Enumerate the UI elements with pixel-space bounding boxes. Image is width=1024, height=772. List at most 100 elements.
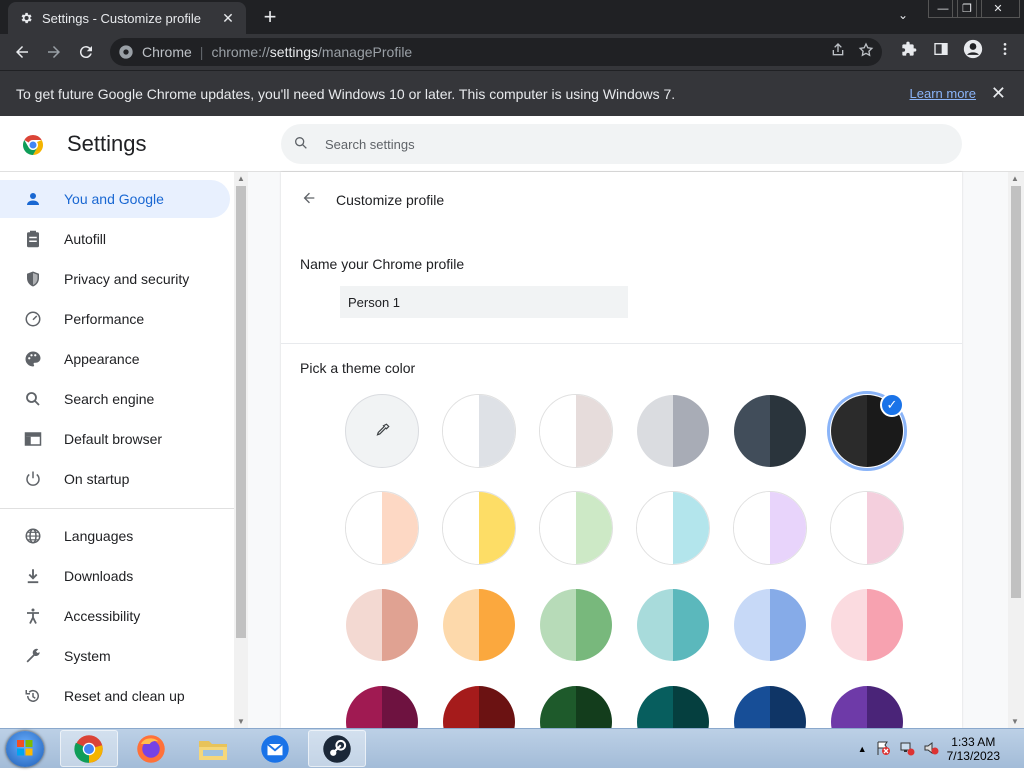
tab-close-button[interactable]: ✕ — [220, 10, 236, 27]
share-icon[interactable] — [830, 42, 846, 62]
sidebar-divider — [0, 508, 236, 509]
customize-profile-card: Customize profile Name your Chrome profi… — [281, 172, 962, 758]
palette-icon — [22, 348, 44, 370]
chrome-logo-icon — [21, 133, 45, 157]
extensions-puzzle-icon[interactable] — [898, 38, 920, 60]
search-icon — [293, 135, 311, 154]
sidebar-item-downloads[interactable]: Downloads — [0, 557, 230, 595]
sidebar-item-performance[interactable]: Performance — [0, 300, 230, 338]
taskbar-firefox[interactable] — [122, 730, 180, 767]
custom-color-picker[interactable] — [345, 394, 419, 468]
taskbar-thunderbird[interactable] — [246, 730, 304, 767]
scroll-up-arrow-icon[interactable]: ▲ — [236, 174, 246, 183]
taskbar-chrome[interactable] — [60, 730, 118, 767]
sidebar-item-autofill[interactable]: Autofill — [0, 220, 230, 258]
profile-name-input[interactable]: Person 1 — [340, 286, 628, 318]
scrollbar-thumb[interactable] — [236, 186, 246, 638]
menu-kebab-icon[interactable] — [994, 38, 1016, 60]
theme-color-swatch[interactable] — [636, 588, 710, 662]
start-button[interactable] — [6, 731, 44, 767]
history-icon — [22, 685, 44, 707]
sidebar-scrollbar[interactable]: ▲ ▼ — [234, 172, 248, 728]
theme-color-swatch[interactable] — [345, 491, 419, 565]
search-icon — [22, 388, 44, 410]
sidebar-item-on-startup[interactable]: On startup — [0, 460, 230, 498]
sidebar-item-default-browser[interactable]: Default browser — [0, 420, 230, 458]
show-hidden-icons-icon[interactable]: ▲ — [858, 744, 867, 754]
new-tab-button[interactable]: + — [258, 6, 282, 30]
steam-icon — [323, 734, 351, 763]
sidebar-item-search-engine[interactable]: Search engine — [0, 380, 230, 418]
taskbar-clock[interactable]: 1:33 AM 7/13/2023 — [947, 735, 1000, 763]
theme-color-swatch[interactable] — [733, 588, 807, 662]
chrome-site-icon — [119, 45, 133, 59]
theme-color-swatch[interactable] — [733, 491, 807, 565]
update-infobar: To get future Google Chrome updates, you… — [0, 70, 1024, 116]
tab-settings[interactable]: Settings - Customize profile ✕ — [8, 2, 246, 34]
close-window-button[interactable]: ✕ — [976, 0, 1020, 18]
sidebar-item-label: Autofill — [64, 231, 107, 247]
sidebar-item-appearance[interactable]: Appearance — [0, 340, 230, 378]
back-arrow-icon[interactable] — [6, 36, 38, 68]
sidebar-item-label: Default browser — [64, 431, 163, 447]
taskbar-steam[interactable] — [308, 730, 366, 767]
sidebar-item-reset[interactable]: Reset and clean up — [0, 677, 230, 715]
sidebar-item-privacy[interactable]: Privacy and security — [0, 260, 230, 298]
scroll-down-arrow-icon[interactable]: ▼ — [236, 717, 246, 726]
theme-color-swatch[interactable] — [636, 491, 710, 565]
theme-color-swatch[interactable] — [830, 588, 904, 662]
search-input[interactable]: Search settings — [281, 124, 962, 164]
reload-icon[interactable] — [70, 36, 102, 68]
theme-color-swatch[interactable] — [636, 394, 710, 468]
person-icon — [22, 188, 44, 210]
gear-icon — [18, 10, 34, 26]
sidebar-item-label: Performance — [64, 311, 145, 327]
windows-logo-icon — [17, 740, 33, 756]
action-center-flag-icon[interactable] — [875, 740, 891, 759]
theme-color-swatch[interactable] — [733, 394, 807, 468]
volume-muted-icon[interactable] — [923, 740, 939, 759]
scrollbar-thumb[interactable] — [1011, 186, 1021, 598]
network-icon[interactable] — [899, 740, 915, 759]
theme-color-swatch[interactable] — [442, 588, 516, 662]
wrench-icon — [22, 645, 44, 667]
windows-taskbar: ▲ 1:33 AM 7/13/2023 — [0, 728, 1024, 768]
scroll-up-arrow-icon[interactable]: ▲ — [1011, 174, 1019, 183]
theme-color-swatch[interactable] — [442, 491, 516, 565]
bookmark-star-icon[interactable] — [858, 42, 874, 62]
back-arrow-icon[interactable] — [301, 190, 317, 211]
eyedropper-icon — [376, 423, 390, 436]
file-explorer-icon — [199, 740, 227, 760]
tab-search-button[interactable]: ⌄ — [898, 8, 908, 22]
side-panel-icon[interactable] — [930, 38, 952, 60]
clock-date: 7/13/2023 — [946, 749, 1000, 763]
scroll-down-arrow-icon[interactable]: ▼ — [1011, 717, 1019, 726]
sidebar-item-label: Search engine — [64, 391, 155, 407]
main-scrollbar[interactable]: ▲ ▼ — [1008, 172, 1024, 728]
address-bar[interactable]: Chrome | chrome://settings/manageProfile — [110, 38, 882, 66]
infobar-close-button[interactable]: ✕ — [991, 83, 1006, 104]
theme-color-swatch[interactable] — [830, 491, 904, 565]
theme-color-swatch[interactable] — [442, 394, 516, 468]
page-title: Settings — [67, 131, 147, 156]
sidebar-item-accessibility[interactable]: Accessibility — [0, 597, 230, 635]
learn-more-link[interactable]: Learn more — [910, 86, 976, 101]
sidebar-item-languages[interactable]: Languages — [0, 517, 230, 555]
sidebar-item-system[interactable]: System — [0, 637, 230, 675]
sidebar-item-label: System — [64, 648, 111, 664]
forward-arrow-icon[interactable] — [38, 36, 70, 68]
subpage-title: Customize profile — [336, 192, 445, 208]
clock-time: 1:33 AM — [951, 735, 996, 749]
theme-color-swatch[interactable] — [345, 588, 419, 662]
firefox-icon — [137, 734, 165, 763]
profile-avatar-icon[interactable] — [962, 38, 984, 60]
theme-color-swatch[interactable] — [539, 394, 613, 468]
taskbar-explorer[interactable] — [184, 730, 242, 767]
system-tray: ▲ 1:33 AM 7/13/2023 — [858, 729, 1024, 769]
sidebar-item-label: Accessibility — [64, 608, 141, 624]
sidebar-item-you-and-google[interactable]: You and Google — [0, 180, 230, 218]
site-info[interactable]: Chrome — [118, 44, 192, 60]
theme-color-swatch[interactable] — [539, 588, 613, 662]
theme-color-label: Pick a theme color — [300, 360, 416, 376]
theme-color-swatch[interactable] — [539, 491, 613, 565]
